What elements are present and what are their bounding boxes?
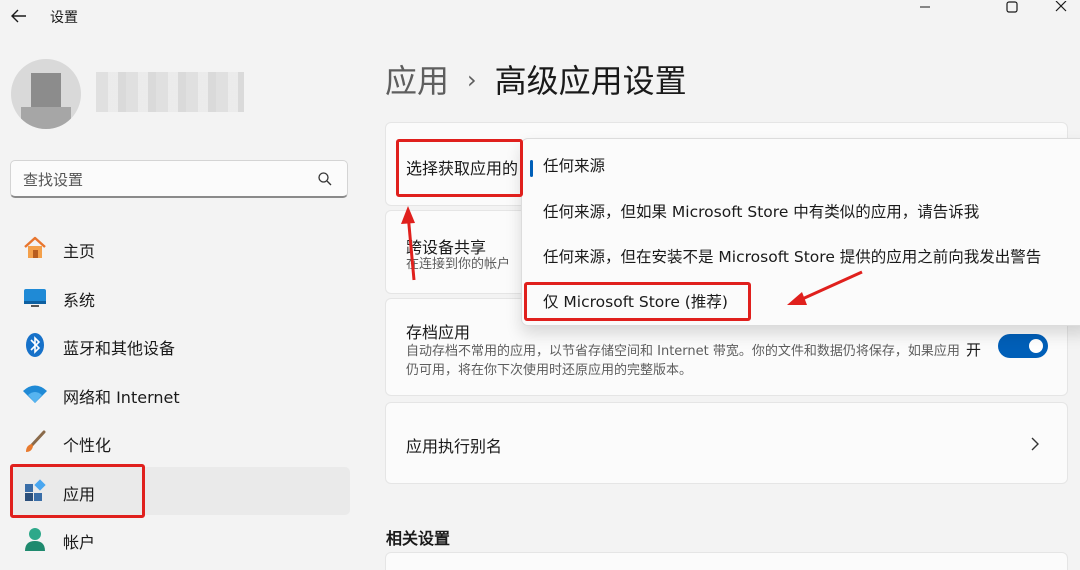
chevron-right-icon bbox=[1031, 437, 1039, 451]
search-input[interactable] bbox=[23, 169, 303, 191]
minimize-button[interactable] bbox=[908, 0, 942, 14]
app-execution-aliases-card[interactable]: 应用执行别名 bbox=[385, 402, 1068, 484]
maximize-icon bbox=[1006, 1, 1018, 13]
sidebar-item-label: 个性化 bbox=[63, 436, 112, 455]
apps-icon bbox=[25, 478, 46, 501]
avatar-pixel-head bbox=[31, 73, 61, 107]
title-bar: 设置 bbox=[0, 0, 1080, 34]
dropdown-option-label: 任何来源，但如果 Microsoft Store 中有类似的应用，请告诉我 bbox=[543, 203, 980, 221]
cross-device-desc: 在连接到你的帐户 bbox=[406, 257, 511, 272]
search-box[interactable] bbox=[10, 160, 348, 198]
sidebar-item-bluetooth[interactable]: 蓝牙和其他设备 bbox=[10, 321, 350, 370]
dropdown-option-anywhere-warn[interactable]: 任何来源，但在安装不是 Microsoft Store 提供的应用之前向我发出警… bbox=[522, 235, 1080, 275]
back-arrow-icon bbox=[11, 9, 26, 23]
sidebar-item-label: 应用 bbox=[63, 484, 96, 504]
sidebar-item-system[interactable]: 系统 bbox=[10, 273, 350, 322]
archive-title: 存档应用 bbox=[406, 323, 471, 342]
sidebar-item-label: 蓝牙和其他设备 bbox=[63, 339, 176, 358]
dropdown-option-store-only[interactable]: 仅 Microsoft Store (推荐) bbox=[522, 280, 1080, 320]
sidebar-item-home[interactable]: 主页 bbox=[10, 224, 350, 273]
minimize-icon bbox=[920, 6, 930, 8]
dropdown-option-anywhere-notify[interactable]: 任何来源，但如果 Microsoft Store 中有类似的应用，请告诉我 bbox=[522, 190, 1080, 230]
user-name-blurred bbox=[96, 72, 244, 112]
choose-source-title: 选择获取应用的 bbox=[406, 159, 519, 178]
sidebar-item-label: 主页 bbox=[63, 242, 96, 261]
close-button[interactable] bbox=[1044, 0, 1078, 14]
sidebar-item-personalization[interactable]: 个性化 bbox=[10, 418, 350, 467]
related-settings-card[interactable] bbox=[385, 552, 1068, 570]
search-icon[interactable] bbox=[317, 171, 333, 187]
person-icon bbox=[25, 528, 45, 551]
breadcrumb-parent[interactable]: 应用 bbox=[385, 62, 449, 100]
dropdown-option-anywhere[interactable]: 任何来源 bbox=[522, 144, 1080, 184]
breadcrumb-separator: › bbox=[467, 66, 477, 94]
dropdown-option-label: 仅 Microsoft Store (推荐) bbox=[543, 293, 728, 311]
close-icon bbox=[1055, 0, 1067, 12]
avatar[interactable] bbox=[11, 59, 81, 129]
sidebar-nav: 主页 系统 蓝牙和其他设备 网络和 Internet 个性化 应用 帐户 bbox=[10, 224, 350, 564]
sidebar-item-network[interactable]: 网络和 Internet bbox=[10, 370, 350, 419]
sidebar-item-label: 帐户 bbox=[63, 533, 96, 552]
page-title: 高级应用设置 bbox=[494, 62, 687, 100]
maximize-button[interactable] bbox=[995, 0, 1029, 14]
sidebar-item-label: 系统 bbox=[63, 290, 96, 310]
back-button[interactable] bbox=[8, 4, 30, 28]
brush-icon bbox=[26, 430, 46, 452]
aliases-title: 应用执行别名 bbox=[406, 437, 503, 456]
archive-toggle-label: 开 bbox=[966, 341, 982, 359]
breadcrumb: 应用 › 高级应用设置 bbox=[385, 56, 687, 102]
bluetooth-icon bbox=[26, 333, 44, 357]
window-title: 设置 bbox=[50, 10, 78, 26]
home-icon bbox=[24, 236, 46, 258]
avatar-pixel-body bbox=[21, 107, 71, 129]
archive-desc: 自动存档不常用的应用，以节省存储空间和 Internet 带宽。你的文件和数据仍… bbox=[406, 344, 960, 378]
monitor-icon bbox=[24, 288, 46, 307]
dropdown-option-label: 任何来源 bbox=[543, 157, 606, 175]
sidebar-item-label: 网络和 Internet bbox=[63, 387, 180, 407]
archive-toggle[interactable] bbox=[998, 334, 1048, 358]
sidebar-item-accounts[interactable]: 帐户 bbox=[10, 515, 350, 564]
wifi-icon bbox=[23, 385, 47, 403]
sidebar-item-apps[interactable]: 应用 bbox=[10, 466, 350, 515]
dropdown-option-label: 任何来源，但在安装不是 Microsoft Store 提供的应用之前向我发出警… bbox=[543, 248, 1042, 266]
related-settings-heading: 相关设置 bbox=[386, 529, 451, 548]
source-dropdown-menu: 任何来源 任何来源，但如果 Microsoft Store 中有类似的应用，请告… bbox=[521, 138, 1080, 326]
